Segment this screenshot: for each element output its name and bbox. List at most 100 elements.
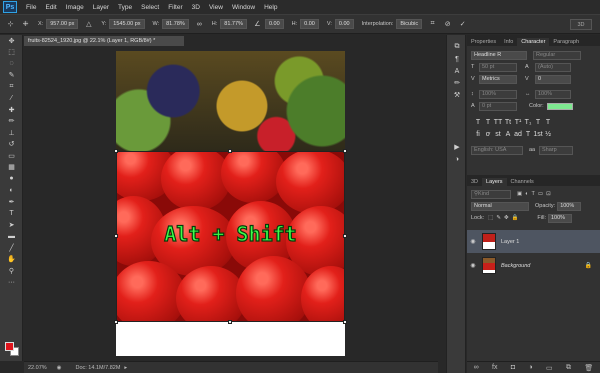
history-panel-icon[interactable]: ⧉ (447, 41, 467, 53)
old-style-button[interactable]: ơ (483, 131, 493, 138)
link-icon[interactable]: ∞ (195, 20, 204, 29)
faux-bold-button[interactable]: T (473, 119, 483, 126)
underline-button[interactable]: T (533, 119, 543, 126)
x-field[interactable]: 957.00 px (46, 19, 79, 29)
brush-panel-icon[interactable]: ✏ (447, 77, 467, 89)
line-tool-icon[interactable]: ╱ (0, 242, 23, 254)
opacity-field[interactable]: 100% (557, 201, 582, 211)
antialias-select[interactable]: Sharp (539, 145, 573, 155)
transform-handle-bottom[interactable] (228, 320, 232, 324)
all-caps-button[interactable]: TT (493, 119, 503, 126)
lasso-tool-icon[interactable]: ◌ (0, 58, 23, 70)
tab-info[interactable]: Info (500, 38, 517, 46)
vskew-field[interactable]: 0.00 (334, 19, 354, 29)
path-selection-tool-icon[interactable]: ➤ (0, 219, 23, 231)
transform-handle-bottom-right[interactable] (343, 320, 347, 324)
transform-handle-top[interactable] (228, 149, 232, 153)
baseline-shift-field[interactable]: 0 pt (479, 101, 517, 111)
visibility-eye-icon[interactable]: ◉ (467, 262, 479, 269)
delete-layer-icon[interactable]: 🗑 (584, 364, 593, 372)
layer-style-icon[interactable]: fx (492, 364, 497, 371)
horizontal-scale-field[interactable]: 100% (535, 89, 571, 99)
menu-3d[interactable]: 3D (192, 4, 200, 11)
hskew-field[interactable]: 0.00 (300, 19, 319, 29)
hand-tool-icon[interactable]: ✋ (0, 254, 23, 266)
move-tool-icon[interactable]: ✥ (0, 35, 23, 47)
shape-tool-icon[interactable]: ▬ (0, 231, 23, 243)
clone-stamp-tool-icon[interactable]: ⊥ (0, 127, 23, 139)
menu-help[interactable]: Help (264, 4, 277, 11)
tab-layers[interactable]: Layers (482, 178, 507, 186)
extra-tools-icon[interactable]: ··· (0, 277, 23, 289)
swash-button[interactable]: A (503, 131, 513, 138)
titling-button[interactable]: ad (513, 131, 523, 138)
healing-brush-tool-icon[interactable]: ✚ (0, 104, 23, 116)
adjustment-layer-icon[interactable]: ◑ (528, 364, 532, 371)
menu-file[interactable]: File (26, 4, 36, 11)
strikethrough-button[interactable]: T (543, 119, 553, 126)
menu-filter[interactable]: Filter (168, 4, 182, 11)
dodge-tool-icon[interactable]: ◐ (0, 185, 23, 197)
visibility-eye-icon[interactable]: ◉ (467, 238, 479, 245)
stylistic-button[interactable]: st (493, 131, 503, 138)
small-caps-button[interactable]: Tt (503, 119, 513, 126)
height-field[interactable]: 81.77% (220, 19, 247, 29)
leading-field[interactable]: (Auto) (535, 62, 571, 72)
menu-layer[interactable]: Layer (93, 4, 109, 11)
subscript-button[interactable]: T₁ (523, 119, 533, 126)
layer-filter-icons[interactable]: ▣◐T▭⊡ (517, 191, 554, 197)
pen-tool-icon[interactable]: ✒ (0, 196, 23, 208)
tool-presets-icon[interactable]: ⚒ (447, 89, 467, 101)
menu-view[interactable]: View (209, 4, 223, 11)
status-info-icon[interactable]: ◉ (57, 365, 62, 371)
menu-select[interactable]: Select (141, 4, 159, 11)
superscript-button[interactable]: T¹ (513, 119, 523, 126)
cancel-transform-icon[interactable]: ⊘ (443, 20, 452, 29)
faux-italic-button[interactable]: T (483, 119, 493, 126)
layer-filter-select[interactable]: ⚲ Kind (471, 189, 511, 199)
blur-tool-icon[interactable]: ● (0, 173, 23, 185)
tracking-field[interactable]: 0 (535, 74, 571, 84)
y-field[interactable]: 1545.00 px (109, 19, 145, 29)
paragraph-panel-icon[interactable]: ¶ (447, 53, 467, 65)
ordinals-button[interactable]: T (523, 131, 533, 138)
kerning-field[interactable]: Metrics (479, 74, 517, 84)
angle-field[interactable]: 0.00 (264, 19, 284, 29)
menu-window[interactable]: Window (232, 4, 255, 11)
vertical-scale-field[interactable]: 100% (479, 89, 517, 99)
interpolation-select[interactable]: Bicubic (396, 19, 423, 29)
adjustments-icon[interactable]: ◑ (447, 153, 467, 165)
type-tool-icon[interactable]: T (0, 208, 23, 220)
font-style-select[interactable]: Regular (533, 50, 581, 60)
lock-options-icons[interactable]: ⬚✎✥🔒 (488, 215, 521, 221)
reference-point-icon[interactable]: ⁜ (21, 20, 30, 29)
tab-paragraph[interactable]: Paragraph (549, 38, 583, 46)
tab-channels[interactable]: Channels (507, 178, 538, 186)
tab-3d[interactable]: 3D (467, 178, 482, 186)
foreground-color-swatch[interactable] (5, 342, 14, 351)
layer-row-background[interactable]: ◉ Background 🔒 (467, 254, 600, 277)
status-arrow-icon[interactable]: ▸ (124, 365, 127, 371)
transform-handle-left[interactable] (114, 234, 118, 238)
font-family-select[interactable]: Headline R (471, 50, 527, 60)
3d-mode-button[interactable]: 3D (570, 19, 592, 30)
warp-icon[interactable]: ⌗ (428, 20, 437, 29)
crop-tool-icon[interactable]: ⌗ (0, 81, 23, 93)
transform-handle-top-right[interactable] (343, 149, 347, 153)
menu-type[interactable]: Type (118, 4, 132, 11)
text-color-swatch[interactable] (546, 102, 573, 110)
commit-transform-icon[interactable]: ✓ (458, 20, 467, 29)
quick-select-tool-icon[interactable]: ✎ (0, 70, 23, 82)
blend-mode-select[interactable]: Normal (471, 201, 529, 211)
fraction-half-button[interactable]: ½ (543, 131, 553, 138)
transform-handle-bottom-left[interactable] (114, 320, 118, 324)
play-actions-icon[interactable]: ▶ (447, 141, 467, 153)
transform-tool-icon[interactable]: ⊹ (6, 20, 15, 29)
brush-tool-icon[interactable]: ✏ (0, 116, 23, 128)
fill-field[interactable]: 100% (547, 213, 572, 223)
menu-image[interactable]: Image (66, 4, 84, 11)
transform-handle-right[interactable] (343, 234, 347, 238)
gradient-tool-icon[interactable]: ▦ (0, 162, 23, 174)
relative-position-icon[interactable]: △ (84, 20, 93, 29)
marquee-tool-icon[interactable]: ⬚ (0, 47, 23, 59)
